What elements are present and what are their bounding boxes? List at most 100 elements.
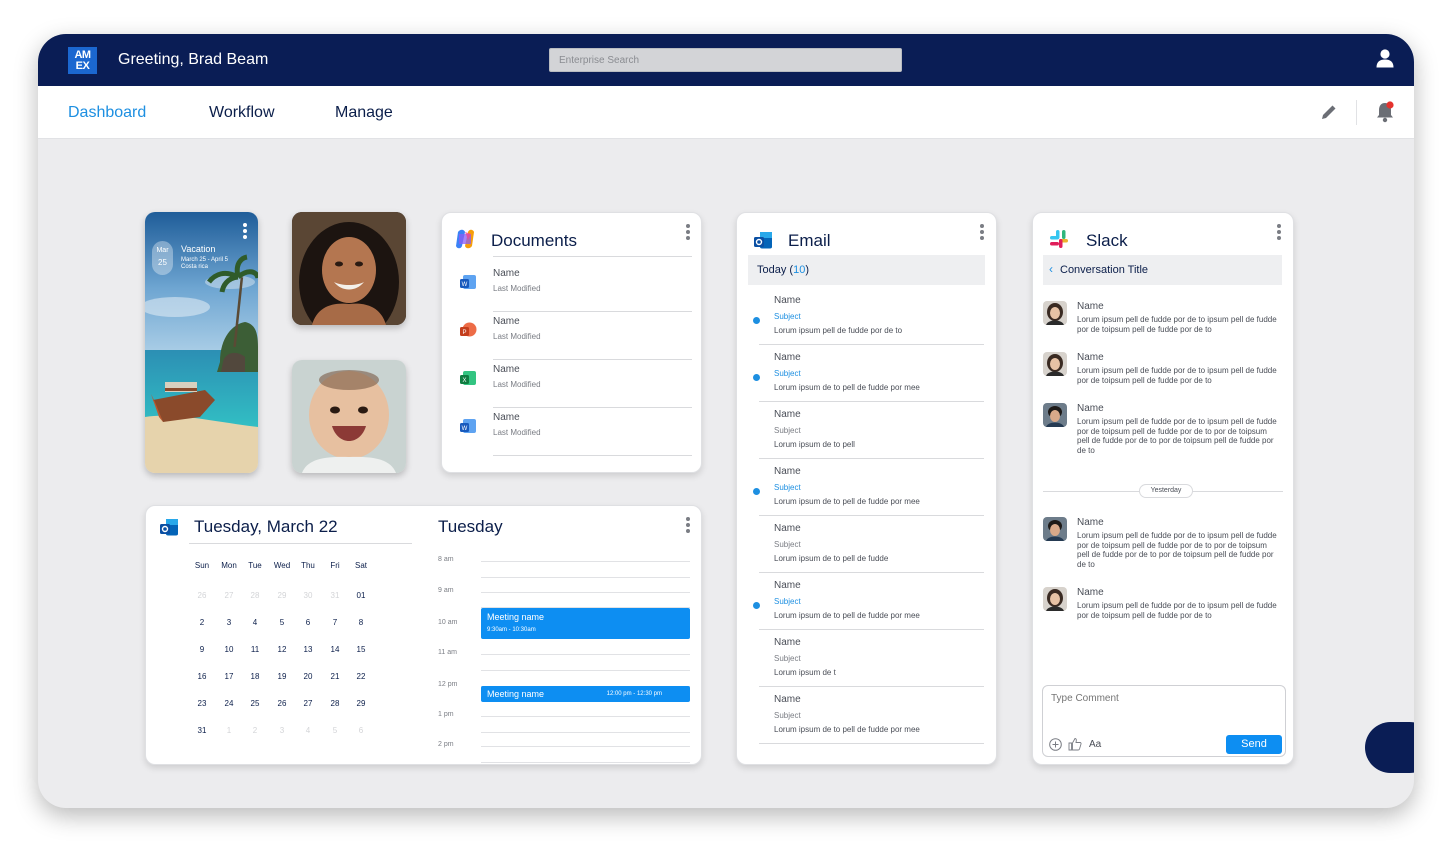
calendar-day[interactable]: 25 bbox=[242, 699, 268, 708]
tab-workflow[interactable]: Workflow bbox=[209, 104, 275, 122]
calendar-day[interactable]: 19 bbox=[269, 672, 295, 681]
pencil-icon[interactable] bbox=[1320, 103, 1338, 121]
calendar-day[interactable]: 18 bbox=[242, 672, 268, 681]
email-row[interactable]: Name Subject Lorum ipsum de to pell de f… bbox=[748, 573, 984, 630]
calendar-day[interactable]: 6 bbox=[295, 618, 321, 627]
calendar-day[interactable]: 2 bbox=[189, 618, 215, 627]
email-row[interactable]: Name Subject Lorum ipsum de to pell bbox=[748, 402, 984, 459]
calendar-event[interactable]: Meeting name 12:00 pm - 12:30 pm bbox=[481, 686, 690, 702]
today-header[interactable]: Today (10) bbox=[748, 255, 985, 285]
calendar-day[interactable]: 8 bbox=[348, 618, 374, 627]
thumbs-up-icon[interactable] bbox=[1068, 737, 1082, 751]
calendar-day[interactable]: 24 bbox=[216, 699, 242, 708]
back-chevron-icon[interactable]: ‹ bbox=[1049, 262, 1053, 276]
word-icon: W bbox=[460, 275, 476, 289]
svg-text:W: W bbox=[462, 426, 468, 432]
search-input[interactable] bbox=[550, 49, 901, 71]
document-row[interactable]: X Name Last Modified bbox=[458, 360, 692, 408]
calendar-day[interactable]: 01 bbox=[348, 591, 374, 600]
calendar-day[interactable]: 14 bbox=[322, 645, 348, 654]
woman-photo[interactable] bbox=[292, 212, 406, 325]
email-row[interactable]: Name Subject Lorum ipsum de t bbox=[748, 630, 984, 687]
calendar-day[interactable]: 27 bbox=[216, 591, 242, 600]
calendar-day[interactable]: 3 bbox=[216, 618, 242, 627]
divider bbox=[493, 256, 692, 257]
calendar-day[interactable]: 29 bbox=[348, 699, 374, 708]
document-row[interactable]: P Name Last Modified bbox=[458, 312, 692, 360]
calendar-day[interactable]: 16 bbox=[189, 672, 215, 681]
calendar-day[interactable]: 9 bbox=[189, 645, 215, 654]
unread-dot bbox=[753, 488, 760, 495]
calendar-day[interactable]: 28 bbox=[322, 699, 348, 708]
email-row[interactable]: Name Subject Lorum ipsum pell de fudde p… bbox=[748, 288, 984, 345]
calendar-event[interactable]: Meeting name 9:30am - 10:30am bbox=[481, 608, 690, 639]
calendar-day[interactable]: 17 bbox=[216, 672, 242, 681]
document-row[interactable]: W Name Last Modified bbox=[458, 264, 692, 312]
calendar-day[interactable]: 31 bbox=[322, 591, 348, 600]
calendar-day[interactable]: 2 bbox=[242, 726, 268, 735]
documents-menu-icon[interactable] bbox=[685, 224, 691, 242]
user-icon[interactable] bbox=[1375, 48, 1395, 68]
document-row[interactable]: W Name Last Modified bbox=[458, 408, 692, 456]
outlook-icon bbox=[754, 232, 772, 249]
calendar-day[interactable]: 30 bbox=[295, 591, 321, 600]
avatar[interactable] bbox=[1043, 301, 1067, 325]
amex-logo[interactable]: AM EX bbox=[68, 47, 97, 74]
avatar[interactable] bbox=[1043, 517, 1067, 541]
send-button[interactable]: Send bbox=[1226, 735, 1282, 754]
calendar-day[interactable]: 20 bbox=[295, 672, 321, 681]
vacation-menu-icon[interactable] bbox=[242, 223, 248, 241]
date-badge: Mar 25 bbox=[152, 241, 173, 275]
email-row[interactable]: Name Subject Lorum ipsum de to pell de f… bbox=[748, 516, 984, 573]
calendar-day[interactable]: 22 bbox=[348, 672, 374, 681]
calendar-day[interactable]: 10 bbox=[216, 645, 242, 654]
email-menu-icon[interactable] bbox=[979, 224, 985, 242]
baby-photo[interactable] bbox=[292, 360, 406, 473]
calendar-day[interactable]: 15 bbox=[348, 645, 374, 654]
email-row[interactable]: Name Subject Lorum ipsum de to pell de f… bbox=[748, 459, 984, 516]
calendar-day[interactable]: 5 bbox=[269, 618, 295, 627]
calendar-day[interactable]: 12 bbox=[269, 645, 295, 654]
comment-input[interactable] bbox=[1043, 686, 1285, 728]
calendar-day[interactable]: 29 bbox=[269, 591, 295, 600]
powerpoint-icon: P bbox=[460, 322, 477, 337]
tab-dashboard[interactable]: Dashboard bbox=[68, 104, 146, 122]
email-row[interactable]: Name Subject Lorum ipsum de to pell de f… bbox=[748, 687, 984, 744]
calendar-day[interactable]: 31 bbox=[189, 726, 215, 735]
calendar-day[interactable]: 7 bbox=[322, 618, 348, 627]
calendar-day[interactable]: 21 bbox=[322, 672, 348, 681]
avatar[interactable] bbox=[1043, 587, 1067, 611]
comment-box: Aa Send bbox=[1042, 685, 1286, 757]
calendar-day[interactable]: 13 bbox=[295, 645, 321, 654]
day-timeline: 8 am 9 am 10 am 11 am 12 pm 1 pm 2 pm Me… bbox=[438, 554, 691, 764]
floating-action-button[interactable] bbox=[1365, 722, 1414, 773]
vacation-card[interactable]: Mar 25 Vacation March 25 - April 5 Costa… bbox=[145, 212, 258, 473]
avatar[interactable] bbox=[1043, 352, 1067, 376]
slack-menu-icon[interactable] bbox=[1276, 224, 1282, 242]
conversation-title: Conversation Title bbox=[1060, 264, 1149, 276]
calendar-day[interactable]: 6 bbox=[348, 726, 374, 735]
calendar-day[interactable]: 28 bbox=[242, 591, 268, 600]
date-divider-label: Yesterday bbox=[1139, 484, 1193, 498]
calendar-menu-icon[interactable] bbox=[685, 517, 691, 535]
calendar-day[interactable]: 4 bbox=[242, 618, 268, 627]
calendar-day[interactable]: 26 bbox=[269, 699, 295, 708]
calendar-day[interactable]: 1 bbox=[216, 726, 242, 735]
enterprise-search[interactable] bbox=[549, 48, 902, 72]
text-format-button[interactable]: Aa bbox=[1089, 739, 1101, 750]
email-row[interactable]: Name Subject Lorum ipsum de to pell de f… bbox=[748, 345, 984, 402]
calendar-day[interactable]: 26 bbox=[189, 591, 215, 600]
conversation-header[interactable]: ‹ Conversation Title bbox=[1043, 255, 1282, 285]
calendar-day[interactable]: 4 bbox=[295, 726, 321, 735]
bell-icon[interactable] bbox=[1375, 101, 1395, 123]
tab-manage[interactable]: Manage bbox=[335, 104, 393, 122]
calendar-day[interactable]: 5 bbox=[322, 726, 348, 735]
vacation-title: Vacation bbox=[181, 244, 216, 254]
calendar-day[interactable]: 27 bbox=[295, 699, 321, 708]
excel-icon: X bbox=[460, 371, 476, 385]
add-circle-icon[interactable] bbox=[1049, 738, 1062, 751]
avatar[interactable] bbox=[1043, 403, 1067, 427]
calendar-day[interactable]: 11 bbox=[242, 645, 268, 654]
calendar-day[interactable]: 23 bbox=[189, 699, 215, 708]
calendar-day[interactable]: 3 bbox=[269, 726, 295, 735]
